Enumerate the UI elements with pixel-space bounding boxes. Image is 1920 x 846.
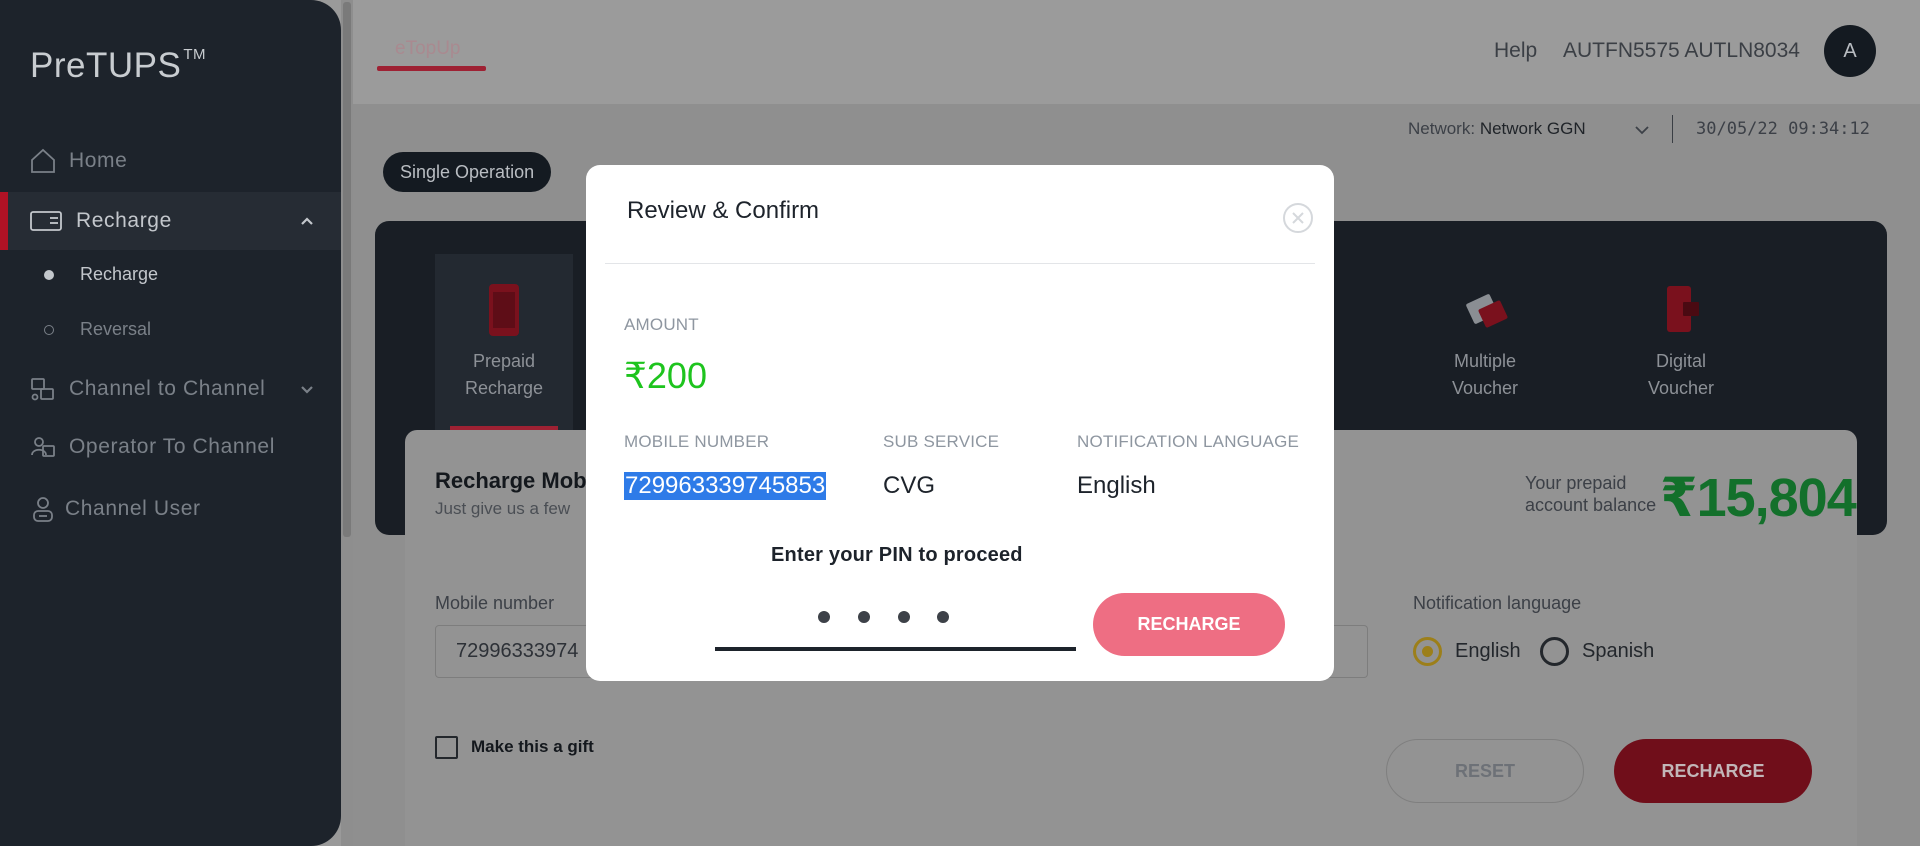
service-digital-voucher[interactable]: Digital Voucher	[1612, 254, 1750, 430]
tab-etopup[interactable]: eTopUp	[395, 38, 461, 60]
sidebar-item-label: Operator To Channel	[69, 435, 275, 458]
gift-checkbox-label[interactable]: Make this a gift	[471, 737, 594, 757]
tab-active-indicator	[377, 66, 486, 71]
amount-label: AMOUNT	[624, 315, 699, 334]
service-label: Multiple	[1453, 351, 1517, 371]
sidebar-item-label: Channel User	[65, 497, 201, 520]
scrollbar-thumb[interactable]	[343, 2, 351, 537]
form-title: Recharge Mob	[435, 468, 587, 493]
app-logo[interactable]: PreTUPS TM	[30, 46, 206, 86]
service-label: Voucher	[1451, 378, 1519, 398]
home-icon	[29, 147, 57, 175]
top-bar: eTopUp Help AUTFN5575 AUTLN8034 A	[353, 0, 1920, 104]
bullet-filled-icon	[44, 269, 54, 280]
pin-dot	[818, 611, 830, 623]
sidebar-item-home[interactable]: Home	[0, 132, 341, 190]
chevron-down-icon[interactable]	[299, 379, 315, 403]
modal-recharge-button[interactable]: RECHARGE	[1093, 593, 1285, 656]
user-icon	[29, 495, 57, 523]
channel-transfer-icon	[29, 375, 57, 403]
pin-input[interactable]	[715, 585, 1076, 651]
pin-dot	[937, 611, 949, 623]
pin-prompt: Enter your PIN to proceed	[771, 544, 1023, 566]
sidebar-item-recharge[interactable]: Recharge	[0, 192, 341, 250]
pin-dot	[898, 611, 910, 623]
mobile-number-label: Mobile number	[435, 593, 555, 613]
notification-language-label: Notification language	[1413, 593, 1582, 613]
mobile-number-label: MOBILE NUMBER	[624, 432, 770, 451]
network-selector[interactable]: Network: Network GGN	[1408, 119, 1586, 139]
modal-divider	[605, 263, 1315, 264]
notification-language-label: NOTIFICATION LANGUAGE	[1077, 432, 1300, 451]
reset-button[interactable]: RESET	[1386, 739, 1584, 803]
sub-service-value: CVG	[883, 472, 936, 499]
recharge-button[interactable]: RECHARGE	[1614, 739, 1812, 803]
service-prepaid-recharge[interactable]: Prepaid Recharge	[435, 254, 573, 430]
sidebar-scrollbar[interactable]	[341, 0, 353, 846]
balance-label: Your prepaid account balance	[1525, 472, 1656, 516]
sidebar-item-channel-user[interactable]: Channel User	[0, 480, 341, 538]
sidebar-item-label: Channel to Channel	[69, 377, 266, 400]
network-label: Network:	[1408, 119, 1476, 138]
datetime: 30/05/22 09:34:12	[1696, 119, 1870, 139]
sidebar-item-operator-to-channel[interactable]: Operator To Channel	[0, 418, 341, 476]
mobile-phone-icon	[484, 282, 524, 338]
service-label: Recharge	[464, 378, 544, 398]
divider	[1672, 115, 1673, 143]
sidebar-item-label: Recharge	[76, 209, 172, 232]
logo-text: PreTUPS	[30, 46, 182, 85]
mobile-number-value: 729963339745853	[624, 472, 827, 500]
recharge-icon	[30, 207, 62, 235]
operation-mode-badge[interactable]: Single Operation	[383, 152, 552, 192]
service-multiple-voucher[interactable]: Multiple Voucher	[1416, 254, 1554, 430]
sidebar-subitem-recharge[interactable]: Recharge	[44, 264, 158, 285]
digital-voucher-icon	[1661, 282, 1701, 338]
operator-transfer-icon	[29, 433, 57, 461]
help-link[interactable]: Help	[1494, 39, 1537, 63]
sidebar-item-label: Home	[69, 149, 128, 172]
balance-value: ₹15,804	[1660, 468, 1857, 528]
user-name: AUTFN5575 AUTLN8034	[1563, 39, 1800, 62]
radio-label-spanish[interactable]: Spanish	[1582, 640, 1654, 663]
pin-dot	[858, 611, 870, 623]
close-icon[interactable]	[1282, 202, 1314, 234]
sub-service-label: SUB SERVICE	[883, 432, 1000, 451]
radio-label-english[interactable]: English	[1455, 640, 1521, 663]
radio-english[interactable]	[1413, 637, 1442, 666]
mobile-number-input[interactable]: 72996333974	[435, 625, 595, 678]
chevron-up-icon[interactable]	[299, 211, 315, 235]
modal-title: Review & Confirm	[627, 197, 820, 224]
sidebar-subitem-reversal[interactable]: Reversal	[44, 319, 151, 340]
sidebar-subitem-label: Reversal	[80, 319, 152, 339]
avatar[interactable]: A	[1824, 25, 1876, 77]
notification-language-value: English	[1077, 472, 1156, 499]
balance-label-line: Your prepaid	[1525, 473, 1627, 493]
amount-value: ₹200	[624, 355, 707, 396]
service-label: Voucher	[1647, 378, 1715, 398]
balance-label-line: account balance	[1525, 495, 1657, 515]
form-subtitle: Just give us a few	[435, 499, 571, 518]
sidebar-subitem-label: Recharge	[80, 264, 159, 284]
logo-trademark: TM	[183, 46, 206, 63]
service-label: Prepaid	[472, 351, 536, 371]
gift-checkbox[interactable]	[435, 736, 458, 759]
chevron-down-icon[interactable]	[1634, 122, 1650, 143]
bullet-empty-icon	[44, 324, 54, 335]
sidebar-item-channel-to-channel[interactable]: Channel to Channel	[0, 360, 341, 418]
sidebar: PreTUPS TM Home Recharge Recharge Reversa…	[0, 0, 341, 846]
service-label: Digital	[1655, 351, 1707, 371]
network-value: Network GGN	[1479, 119, 1586, 138]
review-confirm-modal: Review & Confirm AMOUNT ₹200 MOBILE NUMB…	[586, 165, 1334, 681]
radio-spanish[interactable]	[1540, 637, 1569, 666]
voucher-icon	[1465, 282, 1508, 338]
